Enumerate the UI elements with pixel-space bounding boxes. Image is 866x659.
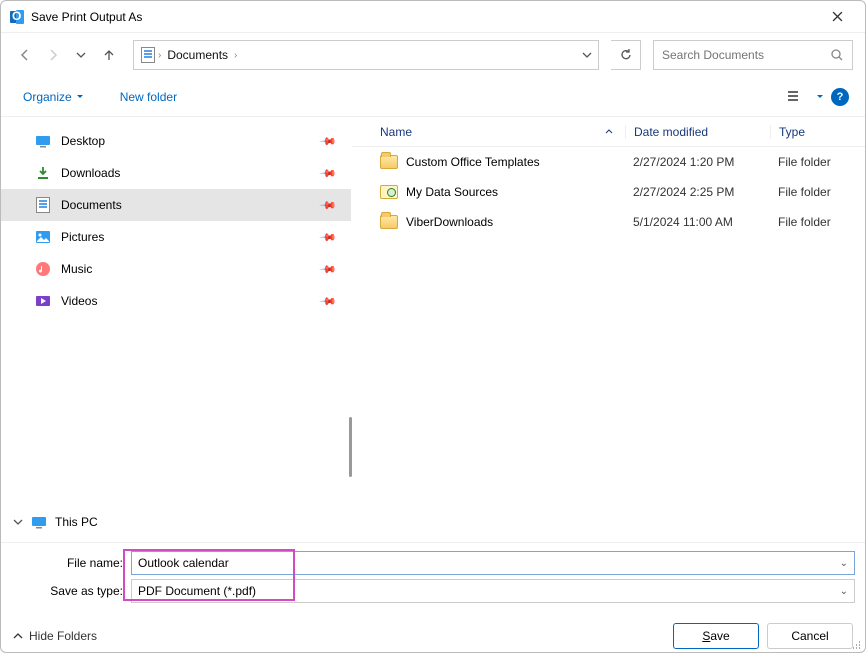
hide-folders-label: Hide Folders	[29, 629, 97, 643]
pin-icon: 📌	[319, 260, 338, 279]
folder-icon	[380, 155, 398, 169]
music-icon	[35, 261, 51, 277]
sidebar-item-desktop[interactable]: Desktop 📌	[1, 125, 351, 157]
data-source-folder-icon	[380, 185, 398, 199]
chevron-down-icon	[76, 93, 84, 101]
close-button[interactable]	[817, 3, 857, 31]
sidebar-item-this-pc[interactable]: This PC	[1, 506, 351, 538]
savetype-label: Save as type:	[11, 584, 131, 598]
refresh-button[interactable]	[611, 40, 641, 70]
save-button[interactable]: Save	[673, 623, 759, 649]
organize-label: Organize	[23, 90, 72, 104]
pin-icon: 📌	[319, 292, 338, 311]
filename-value: Outlook calendar	[138, 556, 229, 570]
app-icon: O	[9, 9, 25, 25]
videos-icon	[35, 293, 51, 309]
chevron-right-icon: ›	[232, 50, 239, 61]
file-row[interactable]: Custom Office Templates 2/27/2024 1:20 P…	[352, 147, 865, 177]
pin-icon: 📌	[319, 132, 338, 151]
sidebar-item-label: Desktop	[61, 134, 105, 148]
chevron-right-icon: ›	[156, 50, 163, 61]
cancel-button[interactable]: Cancel	[767, 623, 853, 649]
pin-icon: 📌	[319, 196, 338, 215]
file-name: My Data Sources	[406, 185, 498, 199]
window-title: Save Print Output As	[31, 10, 142, 24]
sort-indicator-icon	[605, 128, 613, 136]
savetype-value: PDF Document (*.pdf)	[138, 584, 256, 598]
chevron-up-icon	[13, 631, 23, 641]
documents-icon	[35, 197, 51, 213]
column-header-name[interactable]: Name	[380, 125, 625, 139]
sidebar-item-label: Documents	[61, 198, 122, 212]
this-pc-icon	[31, 514, 47, 530]
resize-grip[interactable]	[851, 638, 863, 650]
view-dropdown[interactable]	[813, 85, 827, 109]
file-name: Custom Office Templates	[406, 155, 540, 169]
sidebar-item-music[interactable]: Music 📌	[1, 253, 351, 285]
location-icon	[140, 47, 156, 63]
navigation-pane: Desktop 📌 Downloads 📌 Documents 📌 Pictur…	[1, 117, 351, 542]
filename-input[interactable]: Outlook calendar ⌄	[131, 551, 855, 575]
pin-icon: 📌	[319, 228, 338, 247]
file-row[interactable]: ViberDownloads 5/1/2024 11:00 AM File fo…	[352, 207, 865, 237]
file-date: 2/27/2024 1:20 PM	[625, 155, 770, 169]
address-dropdown[interactable]	[582, 50, 592, 60]
desktop-icon	[35, 133, 51, 149]
folder-icon	[380, 215, 398, 229]
file-date: 5/1/2024 11:00 AM	[625, 215, 770, 229]
filename-label: File name:	[11, 556, 131, 570]
recent-dropdown[interactable]	[69, 43, 93, 67]
file-type: File folder	[770, 155, 865, 169]
savetype-select[interactable]: PDF Document (*.pdf) ⌄	[131, 579, 855, 603]
file-name: ViberDownloads	[406, 215, 493, 229]
pictures-icon	[35, 229, 51, 245]
sidebar-item-label: This PC	[55, 515, 98, 529]
up-button[interactable]	[97, 43, 121, 67]
sidebar-item-downloads[interactable]: Downloads 📌	[1, 157, 351, 189]
file-type: File folder	[770, 185, 865, 199]
chevron-down-icon[interactable]: ⌄	[840, 586, 848, 597]
sidebar-item-pictures[interactable]: Pictures 📌	[1, 221, 351, 253]
file-date: 2/27/2024 2:25 PM	[625, 185, 770, 199]
pin-icon: 📌	[319, 164, 338, 183]
chevron-down-icon[interactable]: ⌄	[840, 558, 848, 569]
search-box[interactable]	[653, 40, 853, 70]
search-icon[interactable]	[830, 48, 844, 62]
chevron-down-icon	[13, 517, 23, 527]
column-header-type[interactable]: Type	[770, 125, 865, 139]
file-type: File folder	[770, 215, 865, 229]
forward-button[interactable]	[41, 43, 65, 67]
search-input[interactable]	[662, 48, 830, 62]
hide-folders-button[interactable]: Hide Folders	[13, 629, 97, 643]
address-bar[interactable]: › Documents ›	[133, 40, 599, 70]
help-button[interactable]: ?	[831, 88, 849, 106]
back-button[interactable]	[13, 43, 37, 67]
sidebar-item-label: Downloads	[61, 166, 120, 180]
organize-button[interactable]: Organize	[17, 86, 90, 108]
svg-text:O: O	[12, 9, 21, 23]
new-folder-button[interactable]: New folder	[114, 86, 183, 108]
breadcrumb-documents[interactable]: Documents	[163, 48, 232, 62]
sidebar-item-label: Music	[61, 262, 92, 276]
file-list[interactable]: Name Date modified Type Custom Office Te…	[351, 117, 865, 542]
file-row[interactable]: My Data Sources 2/27/2024 2:25 PM File f…	[352, 177, 865, 207]
sidebar-item-videos[interactable]: Videos 📌	[1, 285, 351, 317]
scroll-indicator	[349, 417, 352, 477]
sidebar-item-documents[interactable]: Documents 📌	[1, 189, 351, 221]
sidebar-item-label: Pictures	[61, 230, 104, 244]
downloads-icon	[35, 165, 51, 181]
column-header-date[interactable]: Date modified	[625, 125, 770, 139]
sidebar-item-label: Videos	[61, 294, 97, 308]
view-button[interactable]	[781, 85, 809, 109]
